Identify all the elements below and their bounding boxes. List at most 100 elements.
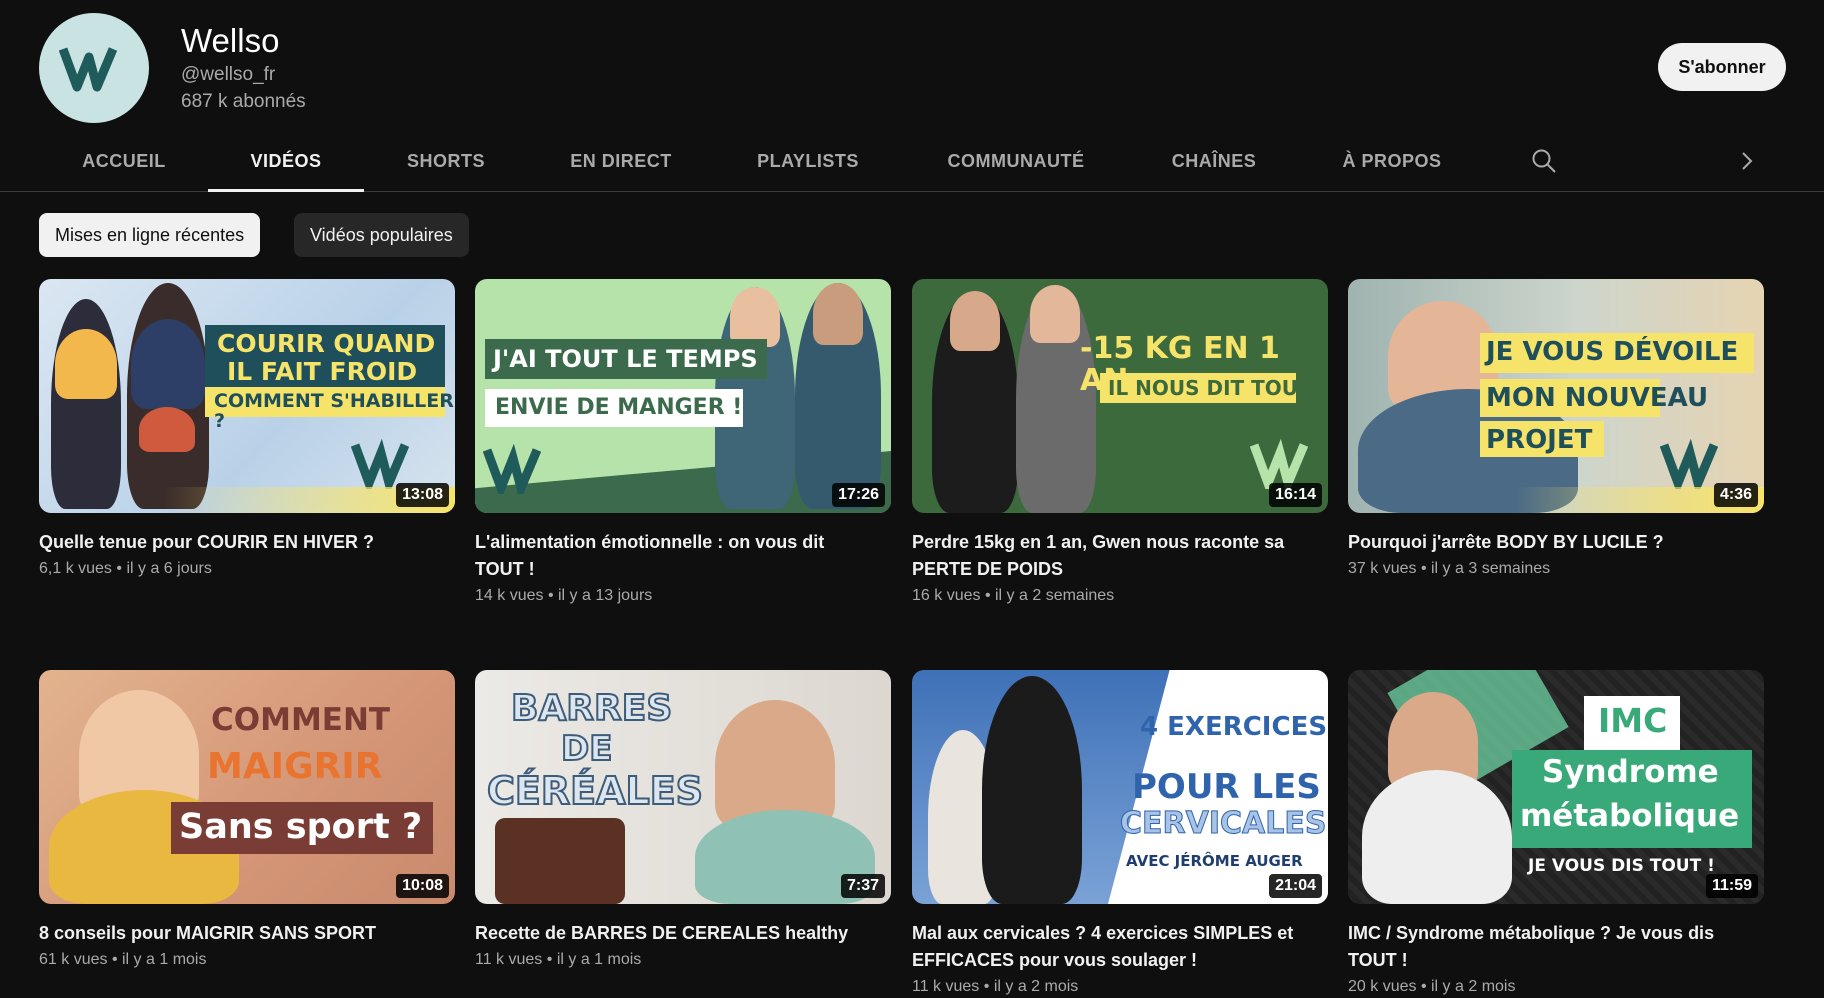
channel-name: Wellso [181,22,280,59]
tab-en-direct[interactable]: EN DIRECT [562,130,680,192]
tab-shorts[interactable]: SHORTS [400,130,492,192]
upload-age: il y a 13 jours [558,587,653,604]
video-card[interactable]: IMC Syndrome métabolique JE VOUS DIS TOU… [1348,670,1764,996]
tab-videos[interactable]: VIDÉOS [208,130,364,192]
video-duration: 17:26 [832,483,885,507]
subscribe-button[interactable]: S'abonner [1658,43,1786,91]
thumbnail-text: MAIGRIR [207,746,383,787]
search-icon[interactable] [1529,146,1559,176]
video-duration: 11:59 [1705,874,1758,898]
video-duration: 7:37 [840,874,885,898]
wellso-logo-icon [59,47,118,92]
video-thumbnail[interactable]: J'AI TOUT LE TEMPS ENVIE DE MANGER ! 17:… [475,279,891,513]
wellso-watermark-icon [1660,439,1719,489]
thumbnail-text: JE VOUS DIS TOUT ! [1528,856,1715,876]
video-card[interactable]: BARRES DE CÉRÉALES 7:37 Recette de BARRE… [475,670,891,969]
tab-chaines[interactable]: CHAÎNES [1168,130,1260,192]
thumbnail-text: Sans sport ? [179,807,423,847]
thumbnail-text: CÉRÉALES [486,769,704,813]
video-duration: 4:36 [1713,483,1758,507]
upload-age: il y a 2 mois [993,978,1079,995]
wellso-watermark-icon [351,439,410,489]
filter-popular-chip[interactable]: Vidéos populaires [294,213,469,257]
thumbnail-text: Syndrome [1542,754,1719,790]
channel-tabs: ACCUEIL VIDÉOS SHORTS EN DIRECT PLAYLIST… [0,130,1824,192]
video-title[interactable]: Perdre 15kg en 1 an, Gwen nous raconte s… [912,529,1312,583]
upload-age: il y a 2 semaines [995,587,1115,604]
video-thumbnail[interactable]: JE VOUS DÉVOILE MON NOUVEAU PROJET 4:36 [1348,279,1764,513]
video-meta: 20 k vues • il y a 2 mois [1348,978,1516,995]
video-meta: 6,1 k vues • il y a 6 jours [39,560,212,577]
video-title[interactable]: 8 conseils pour MAIGRIR SANS SPORT [39,920,439,947]
channel-header: Wellso @wellso_fr 687 k abonnés S'abonne… [0,0,1824,130]
tab-a-propos[interactable]: À PROPOS [1336,130,1448,192]
video-card[interactable]: JE VOUS DÉVOILE MON NOUVEAU PROJET 4:36 … [1348,279,1764,578]
tab-accueil[interactable]: ACCUEIL [70,130,178,192]
chevron-right-icon[interactable] [1732,146,1762,176]
upload-age: il y a 3 semaines [1431,560,1551,577]
thumbnail-text: AVEC JÉRÔME AUGER [1126,852,1303,870]
thumbnail-text: IMC [1598,701,1668,740]
view-count: 11 k vues [475,951,543,968]
video-card[interactable]: 4 EXERCICES POUR LES CERVICALES AVEC JÉR… [912,670,1328,996]
channel-avatar[interactable] [39,13,149,123]
view-count: 61 k vues [39,951,108,968]
thumbnail-text: COMMENT [211,702,391,738]
view-count: 37 k vues [1348,560,1417,577]
thumbnail-text: BARRES [510,688,673,729]
tab-communaute[interactable]: COMMUNAUTÉ [940,130,1092,192]
video-meta: 14 k vues • il y a 13 jours [475,587,653,604]
video-title[interactable]: L'alimentation émotionnelle : on vous di… [475,529,875,583]
video-duration: 16:14 [1269,483,1322,507]
video-title[interactable]: Mal aux cervicales ? 4 exercices SIMPLES… [912,920,1312,974]
thumbnail-text: POUR LES [1132,767,1321,807]
video-thumbnail[interactable]: -15 KG EN 1 AN IL NOUS DIT TOUT 16:14 [912,279,1328,513]
tab-playlists[interactable]: PLAYLISTS [752,130,864,192]
view-count: 11 k vues [912,978,980,995]
video-card[interactable]: J'AI TOUT LE TEMPS ENVIE DE MANGER ! 17:… [475,279,891,605]
video-title[interactable]: Quelle tenue pour COURIR EN HIVER ? [39,529,439,556]
filter-recent-chip[interactable]: Mises en ligne récentes [39,213,261,257]
upload-age: il y a 1 mois [556,951,642,968]
thumbnail-text: JE VOUS DÉVOILE [1486,337,1739,367]
video-title[interactable]: Recette de BARRES DE CEREALES healthy [475,920,875,947]
wellso-watermark-icon [1250,439,1309,489]
video-card[interactable]: -15 KG EN 1 AN IL NOUS DIT TOUT 16:14 Pe… [912,279,1328,605]
channel-handle: @wellso_fr [181,64,276,85]
video-thumbnail[interactable]: COURIR QUAND IL FAIT FROID COMMENT S'HAB… [39,279,455,513]
video-duration: 10:08 [396,874,449,898]
video-meta: 16 k vues • il y a 2 semaines [912,587,1115,604]
upload-age: il y a 2 mois [1431,978,1516,995]
thumbnail-text: DE [560,729,613,769]
thumbnail-text: COURIR QUAND [217,329,436,358]
view-count: 20 k vues [1348,978,1417,995]
view-count: 14 k vues [475,587,544,604]
thumbnail-text: ENVIE DE MANGER ! [495,395,743,420]
video-thumbnail[interactable]: BARRES DE CÉRÉALES 7:37 [475,670,891,904]
video-title[interactable]: Pourquoi j'arrête BODY BY LUCILE ? [1348,529,1748,556]
thumbnail-text: métabolique [1520,798,1740,834]
thumbnail-text: IL FAIT FROID [227,357,418,386]
thumbnail-text: IL NOUS DIT TOUT [1108,376,1312,400]
video-thumbnail[interactable]: COMMENT MAIGRIR Sans sport ? 10:08 [39,670,455,904]
thumbnail-text: COMMENT S'HABILLER ? [214,390,454,432]
thumbnail-text: PROJET [1486,425,1593,455]
thumbnail-text: J'AI TOUT LE TEMPS [493,345,758,373]
video-meta: 61 k vues • il y a 1 mois [39,951,207,968]
thumbnail-text: CERVICALES [1119,806,1327,841]
wellso-watermark-icon [483,444,542,494]
subscriber-count: 687 k abonnés [181,91,306,112]
video-thumbnail[interactable]: 4 EXERCICES POUR LES CERVICALES AVEC JÉR… [912,670,1328,904]
video-title[interactable]: IMC / Syndrome métabolique ? Je vous dis… [1348,920,1748,974]
upload-age: il y a 1 mois [122,951,207,968]
upload-age: il y a 6 jours [126,560,212,577]
view-count: 6,1 k vues [39,560,112,577]
video-card[interactable]: COMMENT MAIGRIR Sans sport ? 10:08 8 con… [39,670,455,969]
video-thumbnail[interactable]: IMC Syndrome métabolique JE VOUS DIS TOU… [1348,670,1764,904]
video-card[interactable]: COURIR QUAND IL FAIT FROID COMMENT S'HAB… [39,279,455,578]
thumbnail-text: 4 EXERCICES [1140,712,1328,742]
video-meta: 11 k vues • il y a 2 mois [912,978,1079,995]
video-duration: 13:08 [396,483,449,507]
video-duration: 21:04 [1269,874,1322,898]
view-count: 16 k vues [912,587,981,604]
